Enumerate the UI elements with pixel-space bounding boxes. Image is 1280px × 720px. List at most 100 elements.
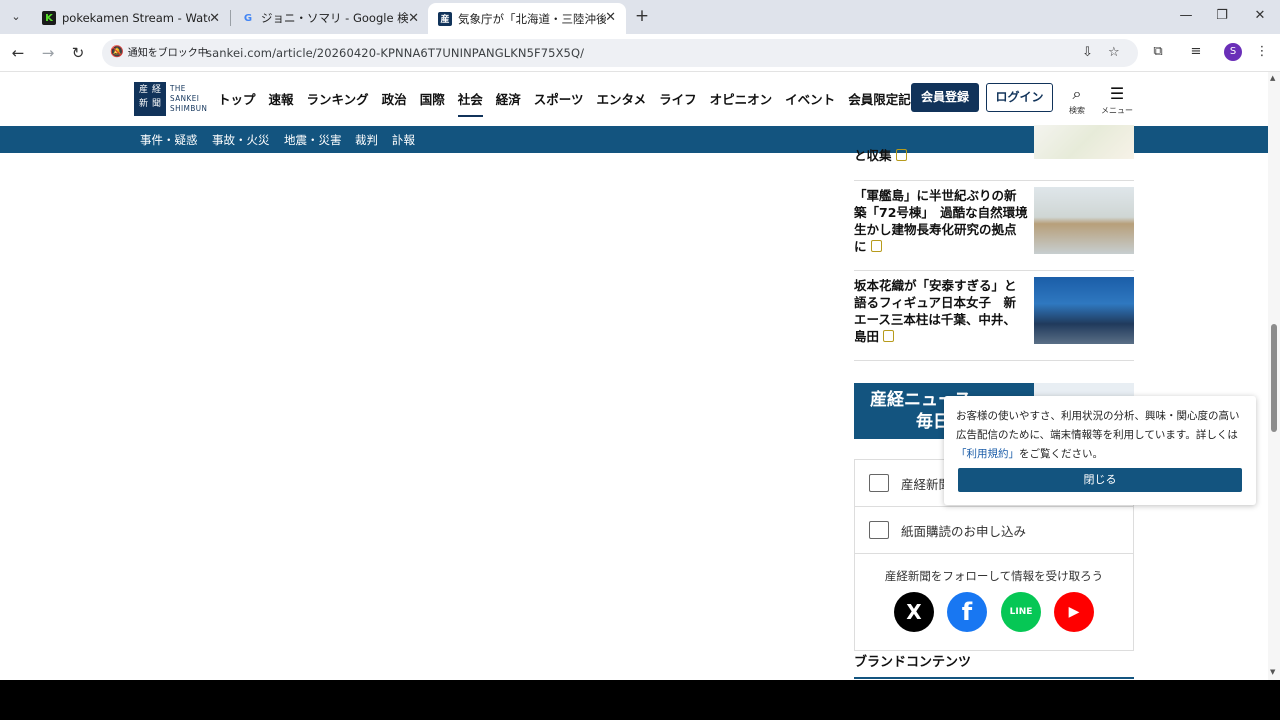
tab-strip: ⌄ K pokekamen Stream - Watch Live ✕ G ジョ… [0, 0, 1280, 34]
article-thumbnail [1034, 187, 1134, 254]
line-icon[interactable]: LINE [1001, 592, 1041, 632]
consent-close-button[interactable]: 閉じる [958, 468, 1242, 492]
reload-icon[interactable]: ↻ [69, 44, 87, 62]
page-scrollbar[interactable]: ▲ ▼ [1268, 72, 1280, 680]
lock-icon [883, 330, 895, 342]
scroll-down-icon[interactable]: ▼ [1270, 668, 1275, 676]
nav-entertainment[interactable]: エンタメ [597, 89, 647, 108]
subnav-disasters[interactable]: 地震・災害 [284, 132, 342, 148]
extensions-puzzle-icon[interactable]: ⧉ [1148, 44, 1168, 59]
search-button[interactable]: ⌕ 検索 [1059, 85, 1095, 116]
search-label: 検索 [1069, 106, 1085, 115]
forward-arrow-icon[interactable]: → [39, 44, 57, 62]
menu-label: メニュー [1101, 106, 1133, 115]
subnav-accidents[interactable]: 事故・火災 [212, 132, 270, 148]
device-icon [869, 474, 889, 492]
nav-top[interactable]: トップ [218, 89, 256, 108]
link-label: 紙面購読のお申し込み [901, 524, 1027, 539]
article-thumbnail [1034, 277, 1134, 344]
terms-link[interactable]: 「利用規約」 [956, 448, 1019, 460]
subnav-obituaries[interactable]: 訃報 [392, 132, 415, 148]
nav-economy[interactable]: 経済 [496, 89, 521, 108]
menu-button[interactable]: ☰ メニュー [1099, 85, 1135, 116]
lock-icon [870, 240, 882, 252]
sankei-favicon-icon: 産 [438, 11, 452, 26]
profile-avatar[interactable]: S [1224, 43, 1242, 61]
logo-char: 産 [138, 85, 148, 95]
logo-char: 経 [151, 85, 161, 95]
article-title: 坂本花織が「安泰すぎる」と語るフィギュア日本女子 新エース三本柱は千葉、中井、島… [854, 277, 1028, 345]
scrollbar-thumb[interactable] [1271, 324, 1277, 432]
new-tab-plus-icon[interactable]: + [632, 6, 652, 26]
tab-close-icon[interactable]: ✕ [605, 10, 616, 25]
url-text[interactable]: sankei.com/article/20260420-KPNNA6T7UNIN… [206, 46, 584, 60]
tab-search-chevron-icon[interactable]: ⌄ [6, 7, 26, 27]
sidebar-article[interactable]: 坂本花織が「安泰すぎる」と語るフィギュア日本女子 新エース三本柱は千葉、中井、島… [854, 271, 1134, 361]
tab-title: ジョニ・ソマリ - Google 検索 [261, 11, 409, 25]
nav-society[interactable]: 社会 [457, 89, 483, 117]
bell-off-icon: 🔕 [110, 45, 124, 58]
subnav-incidents[interactable]: 事件・疑惑 [140, 132, 198, 148]
logo-char: 新 [138, 99, 148, 109]
bookmark-star-icon[interactable]: ☆ [1108, 45, 1120, 60]
scroll-up-icon[interactable]: ▲ [1270, 74, 1275, 82]
install-app-icon[interactable]: ⇩ [1082, 45, 1093, 60]
tab-title: pokekamen Stream - Watch Live [62, 11, 210, 25]
tab-close-icon[interactable]: ✕ [209, 11, 220, 26]
browser-window: ⌄ K pokekamen Stream - Watch Live ✕ G ジョ… [0, 0, 1280, 680]
tab-close-icon[interactable]: ✕ [408, 11, 419, 26]
global-nav: トップ 速報 ランキング 政治 国際 社会 経済 スポーツ エンタメ ライフ オ… [218, 89, 936, 117]
lock-icon [895, 149, 907, 161]
window-close-icon[interactable]: ✕ [1250, 8, 1270, 23]
follow-text: 産経新聞をフォローして情報を受け取ろう [884, 569, 1104, 583]
consent-text: をご覧ください。 [1019, 448, 1103, 460]
article-title-text: 坂本花織が「安泰すぎる」と語るフィギュア日本女子 新エース三本柱は千葉、中井、島… [854, 278, 1017, 344]
nav-politics[interactable]: 政治 [382, 89, 407, 108]
nav-world[interactable]: 国際 [420, 89, 445, 108]
tab-pokekamen[interactable]: K pokekamen Stream - Watch Live ✕ [32, 4, 230, 32]
brand-heading-underline [854, 677, 1134, 679]
login-button[interactable]: ログイン [986, 83, 1053, 112]
article-title: 「軍艦島」に半世紀ぶりの新築「72号棟」 過酷な自然環境生かし建物長寿化研究の拠… [854, 187, 1028, 255]
newspaper-icon [869, 521, 889, 539]
browser-toolbar: ← → ↻ 🔕 通知をブロック中 sankei.com/article/2026… [0, 34, 1280, 72]
sidebar-article[interactable]: 「軍艦島」に半世紀ぶりの新築「72号棟」 過酷な自然環境生かし建物長寿化研究の拠… [854, 181, 1134, 271]
restore-icon[interactable]: ❐ [1212, 8, 1232, 23]
article-title-text: と収集 [854, 148, 892, 163]
subnav-trials[interactable]: 裁判 [355, 132, 378, 148]
back-arrow-icon[interactable]: ← [9, 44, 27, 62]
tab-google-search[interactable]: G ジョニ・ソマリ - Google 検索 ✕ [231, 4, 429, 32]
youtube-icon[interactable]: ▶ [1054, 592, 1094, 632]
nav-event[interactable]: イベント [785, 89, 835, 108]
google-favicon-icon: G [243, 12, 253, 24]
facebook-icon[interactable]: f [947, 592, 987, 632]
search-icon: ⌕ [1072, 84, 1082, 103]
tab-title: 気象庁が「北海道・三陸沖後発地 [458, 11, 606, 26]
paper-subscription-link[interactable]: 紙面購読のお申し込み [855, 507, 1133, 554]
tab-sankei-article[interactable]: 産 気象庁が「北海道・三陸沖後発地 ✕ [428, 3, 626, 34]
browser-menu-icon[interactable]: ⋮ [1252, 44, 1272, 59]
site-header: 産 経 新 聞 THE SANKEI SHIMBUN トップ 速報 ランキング … [0, 72, 1268, 126]
nav-sports[interactable]: スポーツ [534, 89, 584, 108]
logo-word: THE [170, 84, 186, 93]
follow-section: 産経新聞をフォローして情報を受け取ろう X f LINE ▶ [855, 554, 1133, 650]
logo-word: SANKEI [170, 94, 200, 103]
nav-life[interactable]: ライフ [659, 89, 697, 108]
brand-content-heading: ブランドコンテンツ [854, 655, 972, 670]
kick-favicon-icon: K [42, 11, 56, 25]
logo-word: SHIMBUN [170, 104, 208, 113]
notification-blocked-chip[interactable]: 🔕 通知をブロック中 [110, 44, 208, 59]
consent-text: お客様の使いやすさ、利用状況の分析、興味・関心度の高い広告配信のために、端末情報… [956, 410, 1240, 441]
sankei-logo[interactable]: 産 経 新 聞 THE SANKEI SHIMBUN [134, 82, 207, 116]
logo-mark: 産 経 新 聞 [134, 82, 166, 116]
nav-breaking[interactable]: 速報 [269, 89, 294, 108]
minimize-icon[interactable]: — [1176, 8, 1196, 23]
media-controls-icon[interactable]: ≡ [1186, 44, 1206, 59]
member-register-button[interactable]: 会員登録 [911, 83, 979, 112]
address-bar[interactable]: 🔕 通知をブロック中 sankei.com/article/20260420-K… [102, 39, 1138, 67]
article-thumbnail [1034, 125, 1134, 159]
nav-ranking[interactable]: ランキング [307, 89, 369, 108]
sidebar-article[interactable]: と収集 [854, 125, 1134, 181]
x-icon[interactable]: X [894, 592, 934, 632]
nav-opinion[interactable]: オピニオン [710, 89, 773, 108]
